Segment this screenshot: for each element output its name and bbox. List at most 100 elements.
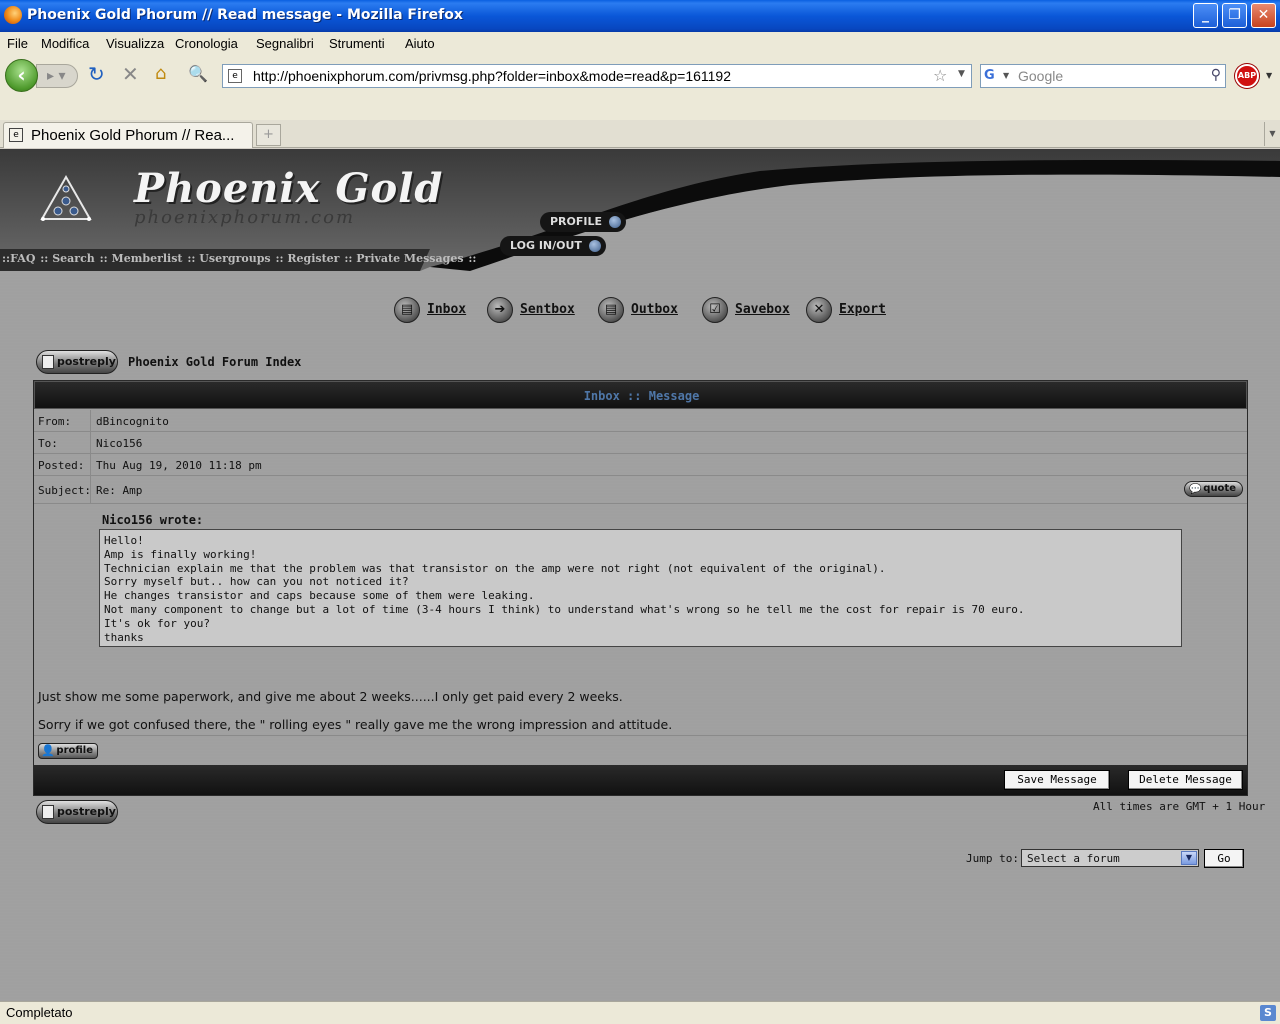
subject-label: Subject: <box>38 484 91 497</box>
close-button[interactable]: ✕ <box>1251 3 1276 28</box>
menu-aiuto[interactable]: Aiuto <box>405 36 435 51</box>
quote-button[interactable]: 💬 quote <box>1184 481 1243 497</box>
pm-savebox-label[interactable]: Savebox <box>735 302 790 317</box>
save-message-button[interactable]: Save Message <box>1004 770 1110 790</box>
nav-memberlist[interactable]: :: Memberlist <box>100 252 183 265</box>
menu-file[interactable]: File <box>7 36 28 51</box>
bullet-icon <box>609 216 622 228</box>
logo-subtitle: phoenixphorum.com <box>134 207 356 228</box>
quote-line: He changes transistor and caps because s… <box>104 589 535 603</box>
pm-outbox-label[interactable]: Outbox <box>631 302 678 317</box>
site-favicon-icon: e <box>228 69 242 83</box>
to-value: Nico156 <box>96 437 143 450</box>
quote-line: Not many component to change but a lot o… <box>104 602 1025 616</box>
back-button[interactable]: ‹ <box>5 59 38 92</box>
jump-to-label: Jump to: <box>966 852 1019 865</box>
pm-inbox-label[interactable]: Inbox <box>427 302 466 317</box>
url-text[interactable]: http://phoenixphorum.com/privmsg.php?fol… <box>253 68 731 84</box>
from-row: From: dBincognito <box>34 410 1247 432</box>
message-table: Inbox :: Message From: dBincognito To: N… <box>33 380 1248 796</box>
profile-button[interactable]: 👤 profile <box>38 743 98 759</box>
jump-to-select[interactable]: Select a forum ▼ <box>1021 849 1199 867</box>
column-divider <box>90 454 91 475</box>
bullet-icon <box>588 240 601 252</box>
stop-icon[interactable]: ✕ <box>122 64 144 86</box>
subject-row: Subject: Re: Amp 💬 quote <box>34 476 1247 504</box>
maximize-button[interactable]: ❐ <box>1222 3 1247 28</box>
from-value: dBincognito <box>96 415 169 428</box>
forum-index-link[interactable]: Phoenix Gold Forum Index <box>128 355 301 369</box>
search-tool-icon[interactable]: 🔍 <box>188 64 212 88</box>
jump-to-selected: Select a forum <box>1027 852 1120 865</box>
tab-phoenix-gold[interactable]: e Phoenix Gold Phorum // Rea... <box>3 122 253 148</box>
post-reply-icon <box>42 805 54 819</box>
menu-modifica[interactable]: Modifica <box>41 36 89 51</box>
nav-usergroups[interactable]: :: Usergroups <box>187 252 270 265</box>
quote-icon: 💬 <box>1189 484 1202 495</box>
quote-line: Hello! <box>104 534 144 547</box>
from-label: From: <box>38 415 72 428</box>
quote-line: Sorry myself but.. how can you not notic… <box>104 575 409 589</box>
logo-title: Phoenix Gold <box>134 165 444 212</box>
tab-list-icon[interactable]: ▼ <box>1264 122 1280 146</box>
adblock-dropdown-icon[interactable]: ▼ <box>1266 71 1272 80</box>
quote-line: thanks <box>104 630 144 644</box>
to-label: To: <box>38 437 58 450</box>
delete-message-button[interactable]: Delete Message <box>1128 770 1243 790</box>
export-icon: ✕ <box>806 297 832 323</box>
google-icon[interactable]: G <box>984 68 1000 84</box>
pm-sentbox-label[interactable]: Sentbox <box>520 302 575 317</box>
timezone-note: All times are GMT + 1 Hour <box>1093 800 1266 813</box>
message-body: Nico156 wrote: Hello! Amp is finally wor… <box>34 504 1247 736</box>
nav-private-messages[interactable]: :: Private Messages <box>344 252 463 265</box>
search-icon[interactable]: ⚲ <box>1211 67 1221 83</box>
navigation-toolbar: ▸ ▾ ‹ ↻ ✕ ⌂ 🔍 e http://phoenixphorum.com… <box>0 56 1280 120</box>
menu-strumenti[interactable]: Strumenti <box>329 36 385 51</box>
status-addon-icon[interactable]: S <box>1260 1005 1276 1021</box>
posted-value: Thu Aug 19, 2010 11:18 pm <box>96 459 262 472</box>
reply-line: Just show me some paperwork, and give me… <box>38 689 623 704</box>
menu-segnalibri[interactable]: Segnalibri <box>256 36 314 51</box>
address-bar[interactable]: e http://phoenixphorum.com/privmsg.php?f… <box>222 64 972 88</box>
to-row: To: Nico156 <box>34 432 1247 454</box>
post-reply-label: postreply <box>57 805 116 818</box>
tab-favicon-icon: e <box>9 128 23 142</box>
reload-icon[interactable]: ↻ <box>88 64 110 86</box>
profile-link[interactable]: PROFILE <box>540 212 627 232</box>
column-divider <box>90 476 91 503</box>
adblock-icon[interactable]: ABP <box>1235 64 1259 88</box>
search-box[interactable]: G ▼ Google ⚲ <box>980 64 1226 88</box>
profile-button-label: profile <box>56 745 93 756</box>
minimize-button[interactable]: _ <box>1193 3 1218 28</box>
nav-faq[interactable]: ::FAQ <box>2 252 35 265</box>
message-header: Inbox :: Message <box>34 381 1247 409</box>
nav-search[interactable]: :: Search <box>40 252 95 265</box>
chevron-down-icon[interactable]: ▼ <box>1181 851 1197 865</box>
sentbox-icon: ➔ <box>487 297 513 323</box>
menu-visualizza[interactable]: Visualizza <box>106 36 164 51</box>
new-tab-button[interactable]: + <box>256 124 281 146</box>
user-icon: 👤 <box>41 744 55 757</box>
posted-row: Posted: Thu Aug 19, 2010 11:18 pm <box>34 454 1247 476</box>
nav-register[interactable]: :: Register <box>275 252 339 265</box>
tab-strip: e Phoenix Gold Phorum // Rea... + ▼ <box>0 120 1280 148</box>
search-engine-dropdown-icon[interactable]: ▼ <box>1003 71 1009 80</box>
login-link[interactable]: LOG IN/OUT <box>500 236 606 256</box>
status-bar: Completato S <box>0 1001 1280 1024</box>
go-button[interactable]: Go <box>1204 849 1244 868</box>
forward-button[interactable]: ▸ ▾ <box>36 64 78 88</box>
menu-cronologia[interactable]: Cronologia <box>175 36 238 51</box>
nav-separator: :: <box>468 252 477 265</box>
quote-line: Technician explain me that the problem w… <box>104 561 886 575</box>
url-dropdown-icon[interactable]: ▼ <box>958 69 965 79</box>
post-reply-button[interactable]: postreply <box>36 350 118 374</box>
home-icon[interactable]: ⌂ <box>155 64 177 86</box>
post-reply-button[interactable]: postreply <box>36 800 118 824</box>
posted-label: Posted: <box>38 459 85 472</box>
bookmark-star-icon[interactable]: ☆ <box>933 66 947 85</box>
inbox-icon: ▤ <box>394 297 420 323</box>
pm-export-label[interactable]: Export <box>839 302 886 317</box>
quote-label: quote <box>1203 483 1236 494</box>
search-placeholder[interactable]: Google <box>1018 68 1063 84</box>
logo-triangle-icon <box>40 174 92 221</box>
